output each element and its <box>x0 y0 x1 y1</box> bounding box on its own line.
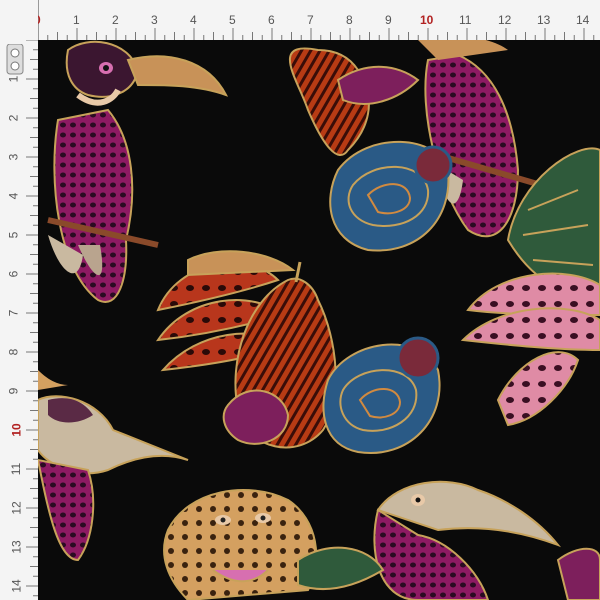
top-ruler-label: 3 <box>151 13 158 27</box>
fabric-print <box>38 40 600 600</box>
top-ruler-label: 13 <box>537 13 551 27</box>
jaguar-motif <box>163 489 318 600</box>
left-ruler-label: 5 <box>6 231 21 239</box>
left-ruler-label: 7 <box>6 309 21 317</box>
top-ruler-label: 1 <box>73 13 80 27</box>
fabric-pattern <box>38 40 600 600</box>
left-ruler-label: 12 <box>9 501 24 515</box>
left-ruler-label: 11 <box>9 462 24 476</box>
blue-rose-motif <box>322 336 441 455</box>
top-ruler-label: 2 <box>112 13 119 27</box>
left-ruler-label: 9 <box>6 387 21 395</box>
monstera-leaf-motif <box>506 147 600 295</box>
left-ruler-label: 8 <box>6 348 21 356</box>
top-ruler-label: 8 <box>346 13 353 27</box>
banana-leaves-motif <box>460 272 600 427</box>
top-ruler-label: 7 <box>307 13 314 27</box>
blue-rose-motif <box>329 140 453 252</box>
top-ruler-label: 5 <box>229 13 236 27</box>
ruler-corner <box>0 0 38 40</box>
toucan-motif <box>373 480 562 600</box>
left-ruler-label: 1 <box>6 75 21 83</box>
top-ruler-label: 4 <box>190 13 197 27</box>
left-ruler-label: 13 <box>9 540 24 554</box>
pin-icon <box>6 44 24 75</box>
top-ruler-label: 14 <box>576 13 590 27</box>
top-ruler-label: 10 <box>420 13 434 27</box>
top-ruler-label: 6 <box>268 13 275 27</box>
top-ruler-label: 12 <box>498 13 512 27</box>
left-ruler-label: 10 <box>9 423 24 437</box>
top-ruler-label: 11 <box>459 13 472 27</box>
left-ruler-label: 2 <box>6 114 21 122</box>
left-ruler-label: 4 <box>6 192 21 200</box>
toucan-motif <box>38 370 189 562</box>
top-ruler-label: 9 <box>385 13 392 27</box>
left-ruler-label: 6 <box>6 270 21 278</box>
pear-motif <box>288 47 420 156</box>
left-ruler-label: 3 <box>6 153 21 161</box>
left-ruler-label: 14 <box>9 579 24 593</box>
